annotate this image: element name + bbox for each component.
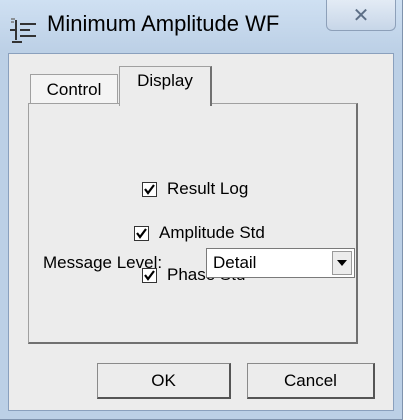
message-level-label: Message Level: (43, 253, 163, 272)
close-icon: ✕ (352, 4, 370, 27)
result-log-label: Result Log (167, 179, 249, 198)
amplitude-std-option[interactable]: Amplitude Std (134, 223, 265, 243)
waveform-app-icon (10, 18, 36, 43)
window-title: Minimum Amplitude WF (47, 11, 280, 36)
ok-button[interactable]: OK (97, 363, 231, 399)
title-bar[interactable]: Minimum Amplitude WF ✕ (0, 0, 402, 52)
message-level-select[interactable]: Detail (206, 248, 355, 278)
dialog-client-area: Control Display Result Log Amplitude Std… (8, 53, 394, 411)
close-button[interactable]: ✕ (326, 0, 396, 31)
cancel-button[interactable]: Cancel (247, 363, 375, 399)
checkmark-icon (136, 227, 147, 239)
message-level-value: Detail (213, 253, 257, 272)
display-tab-panel: Result Log Amplitude Std Phase Std (28, 103, 358, 344)
amplitude-std-checkbox[interactable] (134, 225, 149, 241)
dialog-window: Minimum Amplitude WF ✕ Control Display R… (0, 0, 403, 420)
result-log-checkbox[interactable] (142, 181, 157, 197)
result-log-option[interactable]: Result Log (142, 179, 248, 199)
tab-control[interactable]: Control (30, 74, 118, 104)
chevron-down-icon (337, 260, 347, 266)
dropdown-arrow-button[interactable] (332, 251, 352, 275)
checkmark-icon (144, 183, 155, 195)
tab-display[interactable]: Display (119, 66, 212, 106)
amplitude-std-label: Amplitude Std (159, 223, 265, 242)
